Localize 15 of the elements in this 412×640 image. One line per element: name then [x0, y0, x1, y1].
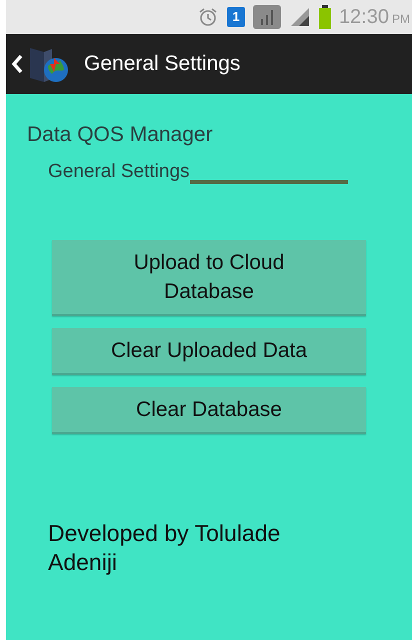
action-button[interactable]: Upload to Cloud Database [52, 240, 366, 316]
battery-icon [318, 5, 331, 29]
clock-ampm: PM [392, 11, 410, 28]
app-title: Data QOS Manager [27, 122, 214, 148]
signal-icon [252, 5, 281, 29]
alarm-clock-icon [196, 6, 219, 28]
developer-credit: Developed by Tolulade Adeniji [48, 519, 282, 577]
screen-title: General Settings [84, 51, 240, 78]
signal-icon [288, 6, 311, 28]
back-icon [10, 53, 24, 75]
sim-badge: 1 [226, 7, 245, 27]
action-button[interactable]: Clear Uploaded Data [52, 328, 366, 375]
clock-time: 12:30 [338, 5, 389, 30]
action-button[interactable]: Clear Database [52, 387, 366, 434]
section-label: General Settings [48, 160, 190, 184]
